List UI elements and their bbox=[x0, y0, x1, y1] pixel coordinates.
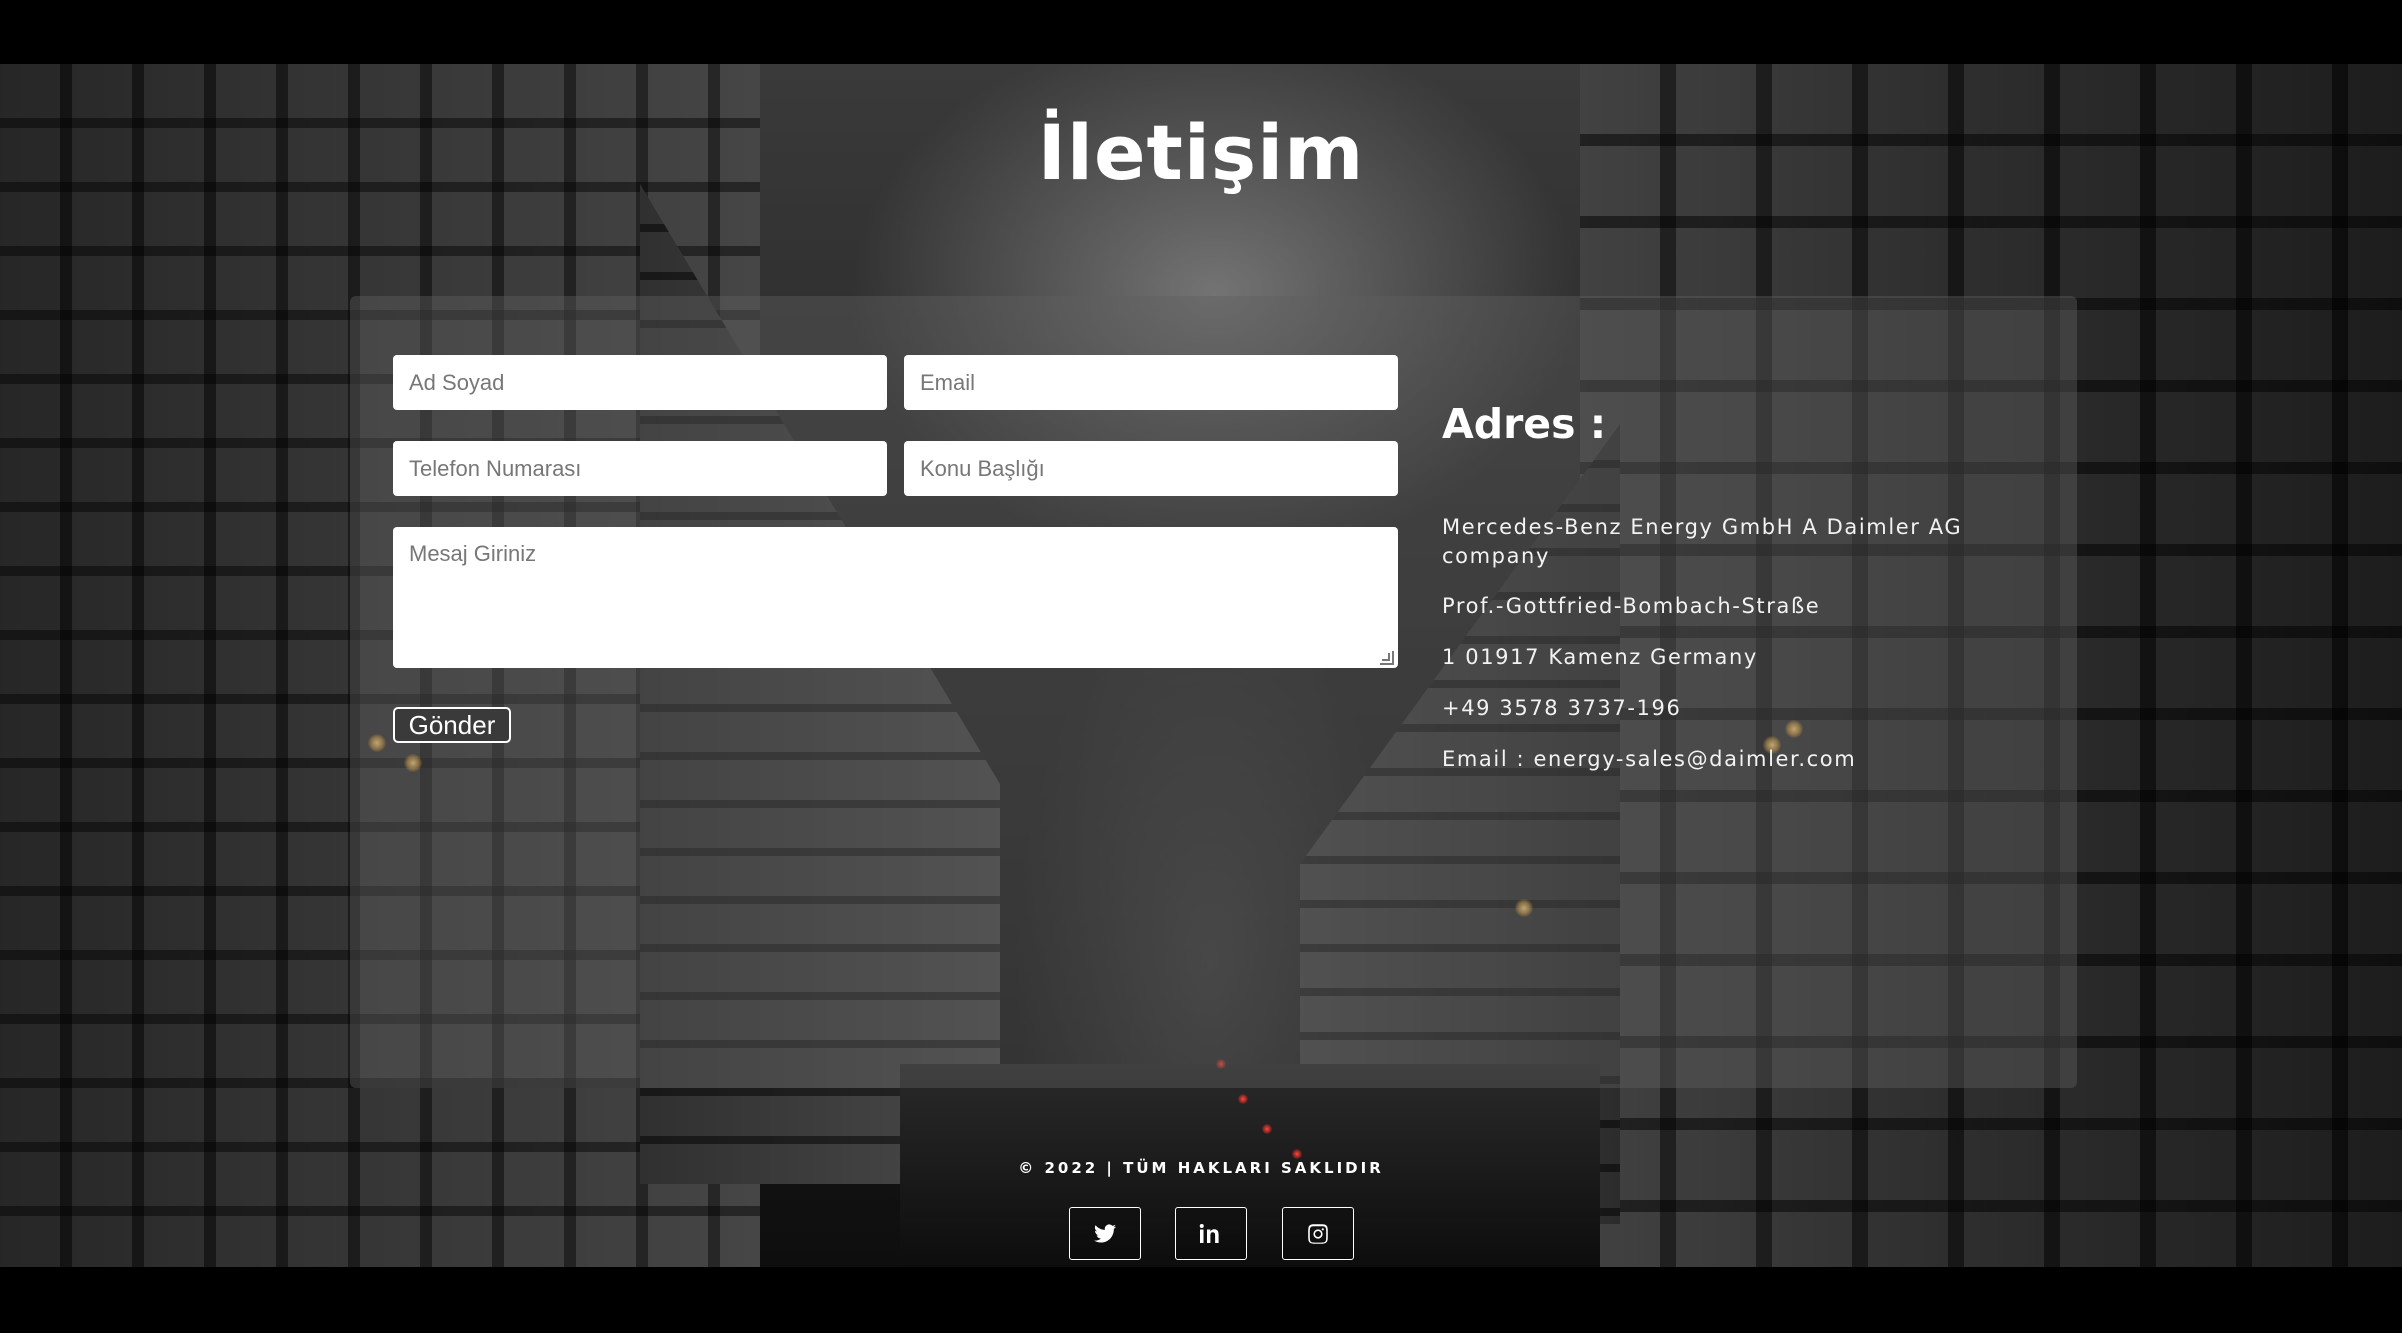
address-phone: +49 3578 3737-196 bbox=[1442, 696, 1682, 720]
subject-input[interactable] bbox=[904, 441, 1398, 496]
copyright-text: © 2022 | TÜM HAKLARI SAKLIDIR bbox=[1018, 1159, 1384, 1177]
instagram-icon bbox=[1308, 1223, 1328, 1244]
contact-page: İletişim Gönder Adres : Mercedes-Benz En… bbox=[0, 0, 2402, 1333]
address-city: 1 01917 Kamenz Germany bbox=[1442, 645, 1758, 669]
address-email: Email : energy-sales@daimler.com bbox=[1442, 747, 1857, 771]
phone-input[interactable] bbox=[393, 441, 887, 496]
send-button[interactable]: Gönder bbox=[393, 707, 511, 743]
name-input[interactable] bbox=[393, 355, 887, 410]
message-textarea[interactable] bbox=[393, 527, 1398, 668]
linkedin-icon bbox=[1199, 1223, 1219, 1243]
email-input[interactable] bbox=[904, 355, 1398, 410]
address-street: Prof.-Gottfried-Bombach-Straße bbox=[1442, 594, 1821, 618]
instagram-link[interactable] bbox=[1282, 1207, 1354, 1260]
twitter-icon bbox=[1094, 1223, 1116, 1242]
contact-panel bbox=[350, 296, 2077, 1088]
page-title: İletişim bbox=[1037, 108, 1365, 197]
address-heading: Adres : bbox=[1442, 400, 1607, 448]
twitter-link[interactable] bbox=[1069, 1207, 1141, 1260]
textarea-resize-handle[interactable] bbox=[1380, 651, 1394, 665]
address-company: Mercedes-Benz Energy GmbH A Daimler AG c… bbox=[1442, 515, 1963, 568]
linkedin-link[interactable] bbox=[1175, 1207, 1247, 1260]
